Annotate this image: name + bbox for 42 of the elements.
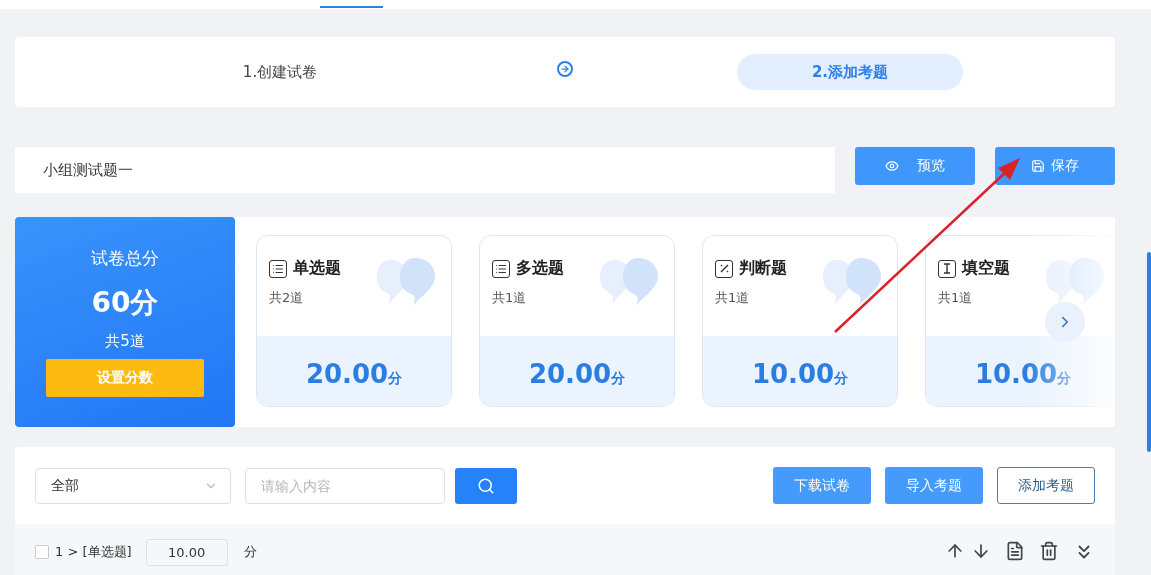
score-unit: 分 (388, 370, 403, 388)
question-count: 共5道 (105, 332, 145, 351)
type-score: 20.00 (305, 359, 389, 389)
total-score: 60分 (91, 285, 159, 321)
type-name: 多选题 (516, 258, 564, 279)
edit-icon[interactable] (1005, 541, 1025, 561)
eye-icon (885, 159, 899, 173)
search-button[interactable] (455, 467, 517, 504)
question-type-card[interactable]: 判断题 共1道 10.00分 (702, 235, 898, 407)
step-item[interactable]: 1.创建试卷 (242, 54, 318, 90)
score-unit: 分 (243, 543, 257, 561)
type-count: 共2道 (269, 289, 305, 307)
type-count: 共1道 (938, 289, 974, 307)
question-label: 1 > [单选题] (55, 543, 132, 561)
question-type-card[interactable]: 单选题 共2道 20.00分 (256, 235, 452, 407)
type-count: 共1道 (492, 289, 528, 307)
arrow-right-icon (557, 61, 573, 77)
checkbox[interactable] (35, 545, 49, 559)
list-icon (269, 259, 287, 278)
type-select[interactable]: 全部 (35, 467, 231, 504)
type-name: 单选题 (293, 258, 341, 279)
add-button[interactable]: 添加考题 (997, 467, 1095, 504)
search-field[interactable]: 请输入内容 (245, 467, 445, 504)
score-unit: 分 (834, 370, 849, 388)
summary-title: 试卷总分 (91, 247, 159, 270)
type-score: 10.00 (974, 359, 1058, 389)
list-icon (492, 259, 510, 278)
search-icon (477, 476, 495, 495)
title-field[interactable]: 小组测试题一 (15, 147, 835, 193)
text-cursor-icon (938, 259, 956, 278)
type-score: 10.00 (751, 359, 835, 389)
type-name: 填空题 (962, 258, 1010, 279)
score-unit: 分 (611, 370, 626, 388)
type-score: 20.00 (528, 359, 612, 389)
question-type-card[interactable]: 填空题 共1道 10.00分 (925, 235, 1115, 407)
score-field[interactable]: 10.00 (145, 538, 228, 566)
trash-icon[interactable] (1039, 541, 1059, 561)
question-type-card[interactable]: 多选题 共1道 20.00分 (479, 235, 675, 407)
percent-icon (715, 259, 733, 278)
type-count: 共1道 (715, 289, 751, 307)
type-name: 判断题 (739, 258, 787, 279)
score-unit: 分 (1057, 370, 1072, 388)
